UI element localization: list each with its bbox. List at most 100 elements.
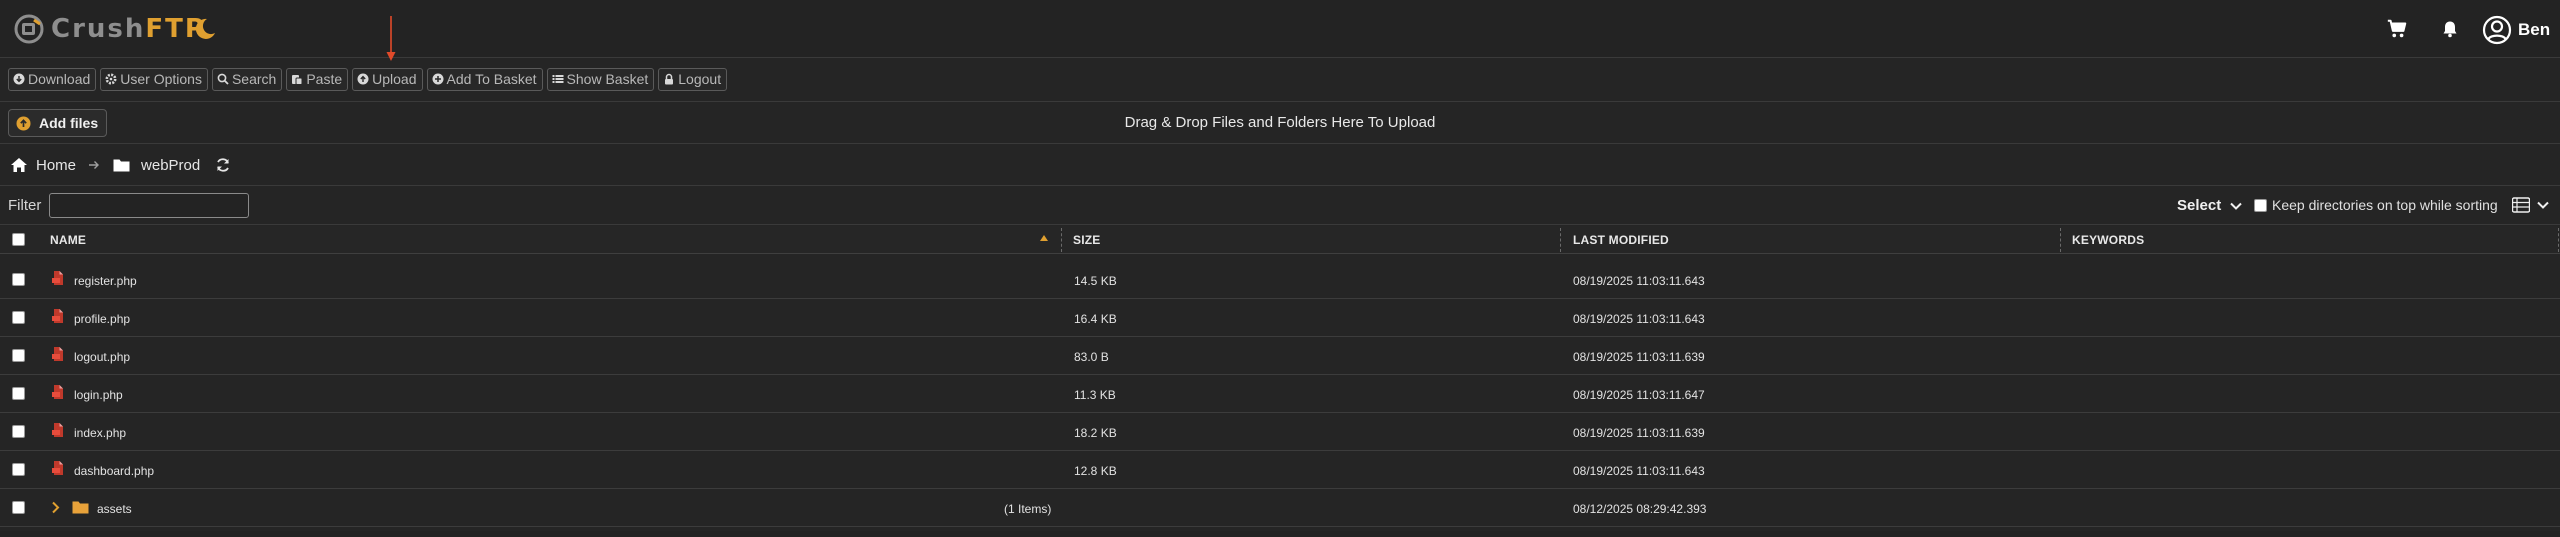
search-label: Search — [231, 71, 277, 87]
file-name[interactable]: login.php — [74, 388, 123, 402]
show-basket-label: Show Basket — [566, 71, 649, 87]
column-header-keywords[interactable]: KEYWORDS — [2072, 233, 2144, 247]
file-name[interactable]: logout.php — [74, 350, 130, 364]
folder-modified: 08/12/2025 08:29:42.393 — [1573, 502, 1707, 516]
logo-text-crush: Crush — [51, 14, 146, 44]
select-label: Select — [2177, 197, 2222, 214]
file-modified: 08/19/2025 11:03:11.643 — [1573, 274, 1705, 288]
upload-label: Upload — [372, 71, 417, 87]
column-header-name[interactable]: NAME — [50, 233, 86, 247]
chevron-down-icon — [2537, 201, 2549, 209]
paste-icon — [292, 75, 303, 85]
view-mode-toggle[interactable] — [2512, 197, 2550, 213]
column-divider[interactable] — [2060, 228, 2061, 252]
column-divider[interactable] — [1560, 228, 1561, 252]
file-table-header: NAME SIZE LAST MODIFIED KEYWORDS — [0, 226, 2560, 254]
annotation-arrow-icon — [386, 16, 396, 61]
folder-item-count: (1 Items) — [1004, 502, 1052, 516]
table-row[interactable]: dashboard.php 12.8 KB 08/19/2025 11:03:1… — [0, 451, 2560, 489]
php-file-icon — [52, 309, 63, 323]
breadcrumb: Home webProd — [0, 145, 2560, 186]
action-toolbar: Download User Options Search Paste Uploa… — [0, 59, 2560, 99]
php-file-icon — [52, 423, 63, 437]
bell-icon[interactable] — [2441, 20, 2459, 38]
file-modified: 08/19/2025 11:03:11.639 — [1573, 426, 1705, 440]
paste-label: Paste — [306, 71, 343, 87]
column-header-size[interactable]: SIZE — [1073, 233, 1100, 247]
add-to-basket-button[interactable]: Add To Basket — [426, 67, 543, 91]
file-name[interactable]: index.php — [74, 426, 126, 440]
breadcrumb-folder[interactable]: webProd — [141, 157, 200, 174]
folder-icon — [72, 501, 89, 514]
download-button[interactable]: Download — [8, 67, 97, 91]
logout-button[interactable]: Logout — [658, 67, 728, 91]
row-checkbox[interactable] — [12, 349, 25, 362]
table-row[interactable]: login.php 11.3 KB 08/19/2025 11:03:11.64… — [0, 375, 2560, 413]
folder-name[interactable]: assets — [97, 502, 132, 516]
row-checkbox[interactable] — [12, 273, 25, 286]
row-checkbox[interactable] — [12, 387, 25, 400]
cart-icon[interactable] — [2386, 18, 2408, 40]
keep-directories-label: Keep directories on top while sorting — [2272, 197, 2498, 213]
file-size: 16.4 KB — [1074, 312, 1117, 326]
table-row[interactable]: logout.php 83.0 B 08/19/2025 11:03:11.63… — [0, 337, 2560, 375]
file-size: 11.3 KB — [1074, 388, 1116, 402]
gear-icon — [105, 73, 117, 85]
user-options-button[interactable]: User Options — [100, 67, 208, 91]
php-file-icon — [52, 347, 63, 361]
column-divider[interactable] — [1061, 228, 1062, 252]
file-size: 14.5 KB — [1074, 274, 1117, 288]
upload-button[interactable]: Upload — [352, 67, 423, 91]
table-row[interactable]: register.php 14.5 KB 08/19/2025 11:03:11… — [0, 261, 2560, 299]
search-button[interactable]: Search — [211, 67, 283, 91]
select-dropdown[interactable]: Select — [2177, 197, 2242, 214]
user-name[interactable]: Ben — [2518, 20, 2550, 40]
select-all-checkbox[interactable] — [12, 233, 25, 246]
download-icon — [13, 73, 25, 85]
file-size: 83.0 B — [1074, 350, 1109, 364]
row-checkbox[interactable] — [12, 311, 25, 324]
user-avatar-icon[interactable] — [2482, 15, 2512, 45]
filter-input[interactable] — [49, 193, 249, 218]
keep-directories-toggle[interactable]: Keep directories on top while sorting — [2254, 197, 2498, 213]
refresh-icon[interactable] — [215, 157, 231, 173]
drop-zone-text: Drag & Drop Files and Folders Here To Up… — [1124, 114, 1436, 131]
chevron-down-icon — [2230, 202, 2242, 210]
breadcrumb-home[interactable]: Home — [36, 157, 76, 174]
list-view-icon — [2512, 197, 2530, 213]
logout-label: Logout — [678, 71, 722, 87]
file-modified: 08/19/2025 11:03:11.643 — [1573, 312, 1705, 326]
table-row[interactable]: index.php 18.2 KB 08/19/2025 11:03:11.63… — [0, 413, 2560, 451]
php-file-icon — [52, 461, 63, 475]
file-name[interactable]: dashboard.php — [74, 464, 154, 478]
table-row[interactable]: profile.php 16.4 KB 08/19/2025 11:03:11.… — [0, 299, 2560, 337]
logo-icon — [14, 14, 44, 44]
show-basket-button[interactable]: Show Basket — [546, 67, 655, 91]
php-file-icon — [52, 385, 63, 399]
row-checkbox[interactable] — [12, 501, 25, 514]
row-checkbox[interactable] — [12, 425, 25, 438]
upload-drop-zone[interactable]: Add files Drag & Drop Files and Folders … — [0, 101, 2560, 144]
table-bottom-edge — [0, 531, 2560, 537]
crushftp-logo[interactable]: CrushFTP — [14, 13, 206, 45]
file-name[interactable]: profile.php — [74, 312, 130, 326]
filter-label: Filter — [8, 197, 42, 214]
php-file-icon — [52, 271, 63, 285]
row-checkbox[interactable] — [12, 463, 25, 476]
file-size: 18.2 KB — [1074, 426, 1117, 440]
user-options-label: User Options — [120, 71, 202, 87]
file-modified: 08/19/2025 11:03:11.639 — [1573, 350, 1705, 364]
file-name[interactable]: register.php — [74, 274, 137, 288]
paste-button[interactable]: Paste — [286, 67, 349, 91]
file-modified: 08/19/2025 11:03:11.643 — [1573, 464, 1705, 478]
table-row-folder[interactable]: assets (1 Items) 08/12/2025 08:29:42.393 — [0, 489, 2560, 527]
column-header-last-modified[interactable]: LAST MODIFIED — [1573, 233, 1669, 247]
upload-icon — [357, 73, 369, 85]
add-to-basket-label: Add To Basket — [446, 71, 537, 87]
column-divider[interactable] — [2558, 228, 2559, 252]
sort-ascending-icon — [1040, 235, 1048, 241]
home-icon[interactable] — [10, 157, 28, 173]
dark-mode-moon-icon[interactable] — [193, 17, 217, 41]
keep-directories-checkbox[interactable] — [2254, 198, 2267, 212]
chevron-right-icon[interactable] — [51, 501, 60, 514]
